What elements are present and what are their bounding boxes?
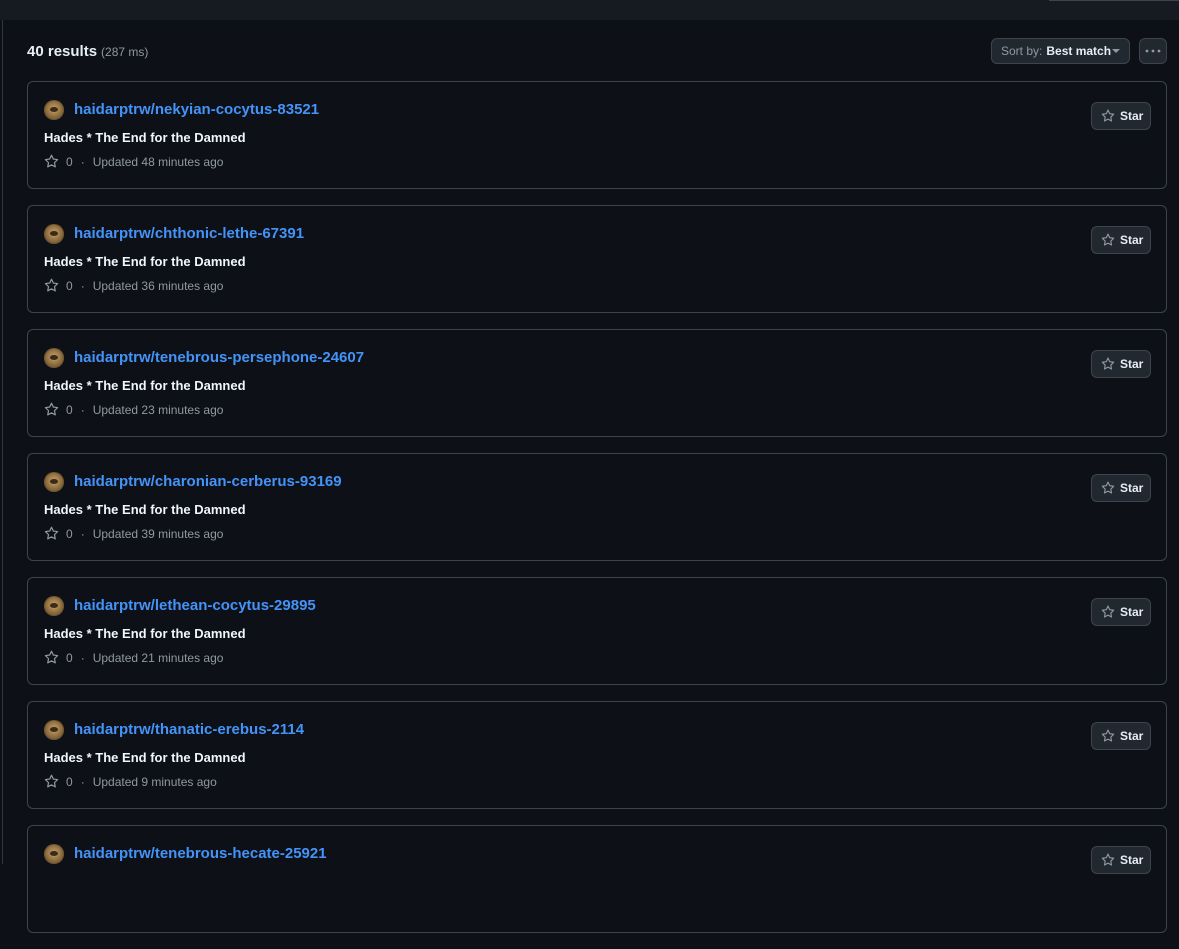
repo-name-link[interactable]: haidarptrw/charonian-cerberus-93169: [74, 473, 342, 490]
star-button-label: Star: [1120, 729, 1144, 743]
star-count[interactable]: 0: [66, 527, 73, 541]
star-icon: [1101, 233, 1115, 246]
star-icon: [44, 774, 59, 788]
star-button[interactable]: Star: [1091, 350, 1151, 378]
repo-name-link[interactable]: haidarptrw/lethean-cocytus-29895: [74, 597, 316, 614]
star-icon: [44, 650, 59, 664]
star-icon: [1101, 853, 1115, 866]
star-count[interactable]: 0: [66, 651, 73, 665]
updated-time: Updated 39 minutes ago: [92, 526, 224, 541]
star-button-label: Star: [1120, 853, 1144, 867]
topbar-accent-line: [1049, 0, 1179, 1]
star-icon: [1101, 605, 1115, 618]
star-button-label: Star: [1120, 357, 1144, 371]
star-button-label: Star: [1120, 605, 1144, 619]
star-count[interactable]: 0: [66, 775, 73, 789]
star-button[interactable]: Star: [1091, 598, 1151, 626]
star-button-label: Star: [1120, 481, 1144, 495]
repo-meta: 0 · Updated 23 minutes ago: [44, 402, 223, 417]
star-icon: [44, 526, 59, 540]
repo-description: Hades * The End for the Damned: [44, 378, 246, 393]
star-button[interactable]: Star: [1091, 226, 1151, 254]
owner-avatar[interactable]: [44, 720, 64, 740]
repo-result-card: haidarptrw/charonian-cerberus-93169 Hade…: [27, 453, 1167, 561]
star-icon: [44, 278, 59, 292]
owner-avatar[interactable]: [44, 348, 64, 368]
repo-description: Hades * The End for the Damned: [44, 750, 246, 765]
star-button[interactable]: Star: [1091, 474, 1151, 502]
repo-meta: 0 · Updated 9 minutes ago: [44, 774, 217, 789]
results-time: (287 ms): [101, 45, 149, 59]
owner-avatar[interactable]: [44, 224, 64, 244]
sort-dropdown-button[interactable]: Sort by: Best match: [991, 38, 1130, 64]
star-count[interactable]: 0: [66, 155, 73, 169]
updated-time: Updated 36 minutes ago: [92, 278, 224, 293]
repo-name-link[interactable]: haidarptrw/tenebrous-hecate-25921: [74, 845, 327, 862]
star-icon: [1101, 729, 1115, 742]
repo-meta: 0 · Updated 39 minutes ago: [44, 526, 223, 541]
star-icon: [1101, 481, 1115, 494]
repo-name-link[interactable]: haidarptrw/chthonic-lethe-67391: [74, 225, 304, 242]
meta-separator: ·: [80, 774, 85, 789]
repo-meta: 0 · Updated 48 minutes ago: [44, 154, 223, 169]
caret-down-icon: [1112, 49, 1120, 53]
star-icon: [44, 154, 59, 168]
sidebar-divider: [2, 20, 3, 864]
star-count[interactable]: 0: [66, 279, 73, 293]
star-count[interactable]: 0: [66, 403, 73, 417]
star-button[interactable]: Star: [1091, 722, 1151, 750]
repo-result-card: haidarptrw/thanatic-erebus-2114 Hades * …: [27, 701, 1167, 809]
meta-separator: ·: [80, 402, 85, 417]
sort-value: Best match: [1046, 44, 1112, 58]
repo-description: Hades * The End for the Damned: [44, 254, 246, 269]
repo-result-card: haidarptrw/tenebrous-hecate-25921 · Star: [27, 825, 1167, 933]
owner-avatar[interactable]: [44, 596, 64, 616]
star-button-label: Star: [1120, 109, 1144, 123]
repo-description: Hades * The End for the Damned: [44, 502, 246, 517]
repo-result-card: haidarptrw/tenebrous-persephone-24607 Ha…: [27, 329, 1167, 437]
kebab-horizontal-icon: [1145, 49, 1161, 53]
repo-result-card: haidarptrw/chthonic-lethe-67391 Hades * …: [27, 205, 1167, 313]
meta-separator: ·: [80, 154, 85, 169]
more-options-button[interactable]: [1139, 38, 1167, 64]
repo-meta: 0 · Updated 36 minutes ago: [44, 278, 223, 293]
repo-description: Hades * The End for the Damned: [44, 626, 246, 641]
results-count-label: 40 results: [27, 43, 98, 60]
star-button-label: Star: [1120, 233, 1144, 247]
updated-time: Updated 23 minutes ago: [92, 402, 224, 417]
meta-separator: ·: [80, 278, 85, 293]
results-count: 40 results (287 ms): [27, 43, 148, 60]
sort-prefix: Sort by:: [1001, 44, 1043, 58]
meta-separator: ·: [80, 526, 85, 541]
repo-description: Hades * The End for the Damned: [44, 130, 246, 145]
star-button[interactable]: Star: [1091, 102, 1151, 130]
owner-avatar[interactable]: [44, 844, 64, 864]
repo-result-card: haidarptrw/lethean-cocytus-29895 Hades *…: [27, 577, 1167, 685]
repo-result-card: haidarptrw/nekyian-cocytus-83521 Hades *…: [27, 81, 1167, 189]
repo-name-link[interactable]: haidarptrw/nekyian-cocytus-83521: [74, 101, 319, 118]
results-list: haidarptrw/nekyian-cocytus-83521 Hades *…: [27, 81, 1167, 949]
star-icon: [44, 402, 59, 416]
owner-avatar[interactable]: [44, 472, 64, 492]
repo-name-link[interactable]: haidarptrw/tenebrous-persephone-24607: [74, 349, 364, 366]
star-icon: [1101, 109, 1115, 122]
repo-name-link[interactable]: haidarptrw/thanatic-erebus-2114: [74, 721, 304, 738]
meta-separator: ·: [80, 650, 85, 665]
star-icon: [1101, 357, 1115, 370]
updated-time: Updated 48 minutes ago: [92, 154, 224, 169]
updated-time: Updated 9 minutes ago: [92, 774, 217, 789]
owner-avatar[interactable]: [44, 100, 64, 120]
results-header: 40 results (287 ms) Sort by: Best match: [27, 37, 1167, 67]
star-button[interactable]: Star: [1091, 846, 1151, 874]
repo-meta: 0 · Updated 21 minutes ago: [44, 650, 223, 665]
top-navigation-bar: [0, 0, 1179, 20]
updated-time: Updated 21 minutes ago: [92, 650, 224, 665]
